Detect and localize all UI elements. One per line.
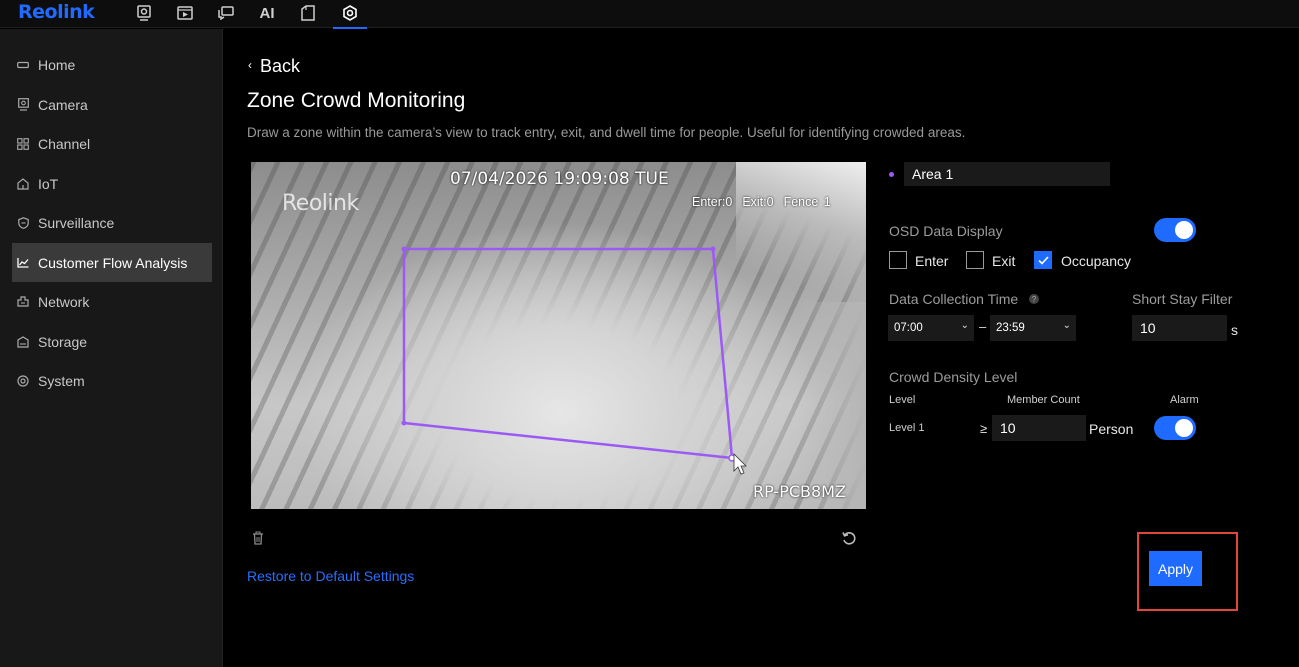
enter-checkbox[interactable] [889, 251, 907, 269]
area-name-input[interactable] [904, 162, 1110, 186]
iot-icon [16, 177, 30, 191]
sidebar-item-label: Channel [38, 135, 91, 152]
time-range-dash: – [979, 319, 987, 334]
sidebar-item-label: Camera [38, 96, 88, 113]
files-icon[interactable] [298, 4, 318, 22]
sidebar-item-label: System [38, 372, 85, 389]
mouse-cursor-icon [733, 453, 747, 475]
exit-checkbox[interactable] [966, 251, 984, 269]
help-icon[interactable]: ? [1029, 294, 1039, 304]
sidebar-item-label: Storage [38, 333, 88, 350]
sidebar-item-label: Network [38, 293, 90, 310]
alarm-column-header: Alarm [1170, 394, 1199, 406]
short-stay-unit: s [1231, 322, 1238, 338]
end-time-select[interactable]: 23:59 ⌄ [990, 315, 1076, 341]
zone-polygon[interactable] [402, 247, 734, 460]
osd-display-toggle[interactable] [1154, 218, 1196, 242]
sidebar-item-channel[interactable]: Channel [12, 124, 212, 163]
person-unit: Person [1089, 421, 1134, 437]
sidebar-item-iot[interactable]: IoT [12, 164, 212, 203]
ai-label: AI [259, 4, 275, 22]
chevron-down-icon: ⌄ [1062, 320, 1071, 331]
reset-zone-icon[interactable] [841, 530, 857, 551]
network-icon [16, 295, 30, 309]
channel-icon [16, 137, 30, 151]
apply-button[interactable]: Apply [1149, 551, 1202, 586]
chevron-left-icon: ‹ [248, 58, 252, 72]
ai-icon[interactable]: AI [257, 4, 277, 22]
sidebar-item-label: Home [38, 56, 76, 73]
messages-icon[interactable] [216, 4, 236, 22]
sidebar: Home Camera Channel IoT Surveillance Cus… [0, 29, 223, 667]
sidebar-item-camera[interactable]: Camera [12, 85, 212, 124]
home-icon [16, 58, 30, 72]
page-title: Zone Crowd Monitoring [247, 89, 466, 112]
shield-icon [16, 216, 30, 230]
trash-icon[interactable] [252, 531, 264, 550]
exit-checkbox-label: Exit [992, 253, 1016, 269]
member-count-input[interactable] [992, 415, 1086, 441]
restore-defaults-link[interactable]: Restore to Default Settings [247, 568, 414, 584]
sidebar-item-label: IoT [38, 175, 59, 192]
sidebar-item-system[interactable]: System [12, 361, 212, 400]
sidebar-item-label: Customer Flow Analysis [38, 254, 188, 271]
occupancy-checkbox-label: Occupancy [1061, 253, 1132, 269]
check-icon [1037, 255, 1049, 265]
enter-checkbox-label: Enter [915, 253, 949, 269]
back-button[interactable]: ‹ Back [248, 56, 300, 77]
zone-vertex[interactable] [710, 246, 716, 252]
sidebar-item-label: Surveillance [38, 214, 115, 231]
playback-icon[interactable] [175, 4, 195, 22]
zone-vertex[interactable] [401, 246, 407, 252]
chart-icon [16, 256, 30, 270]
camera-icon [16, 98, 30, 112]
top-bar: Reolink AI [0, 0, 1299, 29]
start-time-select[interactable]: 07:00 ⌄ [888, 315, 974, 341]
end-time-value: 23:59 [996, 322, 1025, 334]
sidebar-item-storage[interactable]: Storage [12, 322, 212, 361]
settings-icon[interactable] [333, 4, 367, 29]
level-column-header: Level [889, 394, 916, 406]
start-time-value: 07:00 [894, 322, 923, 334]
short-stay-filter-label: Short Stay Filter [1132, 291, 1233, 307]
greater-equal-sign: ≥ [980, 421, 988, 436]
gear-icon [16, 374, 30, 388]
data-collection-time-label: Data Collection Time [889, 291, 1019, 307]
camera-preview-icon[interactable] [134, 4, 154, 22]
storage-icon [16, 335, 30, 349]
zone-overlay[interactable] [251, 162, 866, 509]
level-name: Level 1 [889, 422, 925, 434]
area-color-dot [889, 172, 894, 177]
sidebar-item-customer-flow-analysis[interactable]: Customer Flow Analysis [12, 243, 212, 282]
camera-view[interactable]: 07/04/2026 19:09:08 TUE Reolink Enter:0 E… [251, 162, 866, 509]
page-description: Draw a zone within the camera’s view to … [247, 125, 966, 140]
sidebar-item-surveillance[interactable]: Surveillance [12, 203, 212, 242]
back-label: Back [260, 56, 301, 76]
occupancy-checkbox[interactable] [1034, 251, 1052, 269]
short-stay-input[interactable] [1132, 315, 1227, 341]
osd-display-label: OSD Data Display [889, 223, 1003, 239]
member-count-column-header: Member Count [1007, 394, 1080, 406]
reolink-logo[interactable]: Reolink [18, 1, 95, 23]
crowd-density-label: Crowd Density Level [889, 369, 1018, 385]
zone-vertex[interactable] [401, 420, 407, 426]
chevron-down-icon: ⌄ [960, 320, 969, 331]
sidebar-item-home[interactable]: Home [12, 45, 212, 84]
alarm-toggle[interactable] [1154, 416, 1196, 440]
sidebar-item-network[interactable]: Network [12, 282, 212, 321]
